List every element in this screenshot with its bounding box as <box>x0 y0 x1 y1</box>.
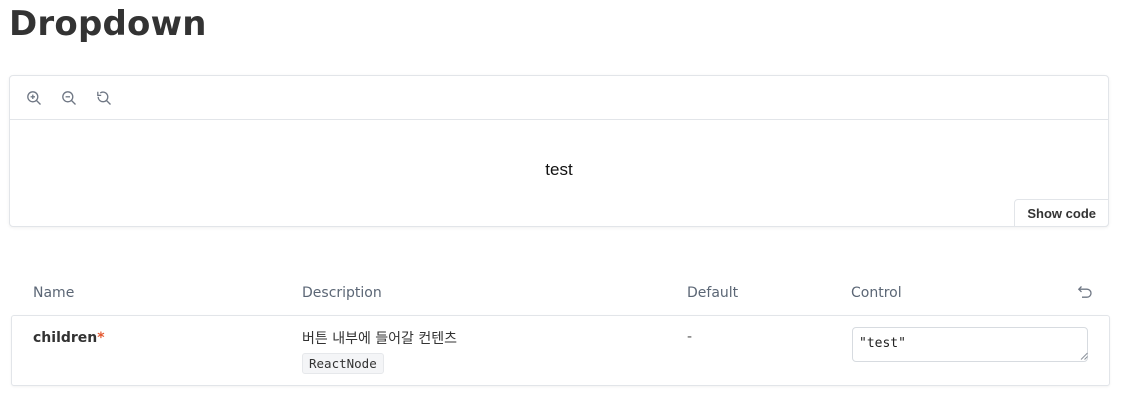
args-table-header: Name Description Default Control <box>11 276 1110 310</box>
prop-name-text: children <box>33 330 98 346</box>
zoom-out-icon <box>62 90 76 105</box>
header-description: Description <box>302 285 382 301</box>
prop-type-badge: ReactNode <box>302 353 384 374</box>
header-control: Control <box>851 285 902 301</box>
page-title: Dropdown <box>9 4 207 44</box>
children-control-input[interactable]: "test" <box>852 327 1088 362</box>
header-default: Default <box>687 285 739 301</box>
prop-name: children* <box>33 330 105 346</box>
show-code-button[interactable]: Show code <box>1014 199 1109 227</box>
story-canvas: test Show code <box>9 75 1109 227</box>
required-asterisk: * <box>97 330 105 346</box>
header-name: Name <box>33 285 75 301</box>
prop-default: - <box>687 329 693 345</box>
zoom-in-icon <box>27 90 41 105</box>
zoom-out-button[interactable] <box>58 87 80 109</box>
zoom-in-button[interactable] <box>23 87 45 109</box>
reset-zoom-icon <box>97 90 111 105</box>
reset-zoom-button[interactable] <box>93 87 115 109</box>
resize-grip-icon[interactable] <box>1080 352 1088 360</box>
prop-description: 버튼 내부에 들어갈 컨텐츠 <box>302 331 458 347</box>
story-preview: test Show code <box>10 120 1109 227</box>
canvas-toolbar <box>10 76 1108 120</box>
preview-content[interactable]: test <box>10 160 1108 180</box>
undo-icon[interactable] <box>1077 284 1093 300</box>
args-table-row: children* 버튼 내부에 들어갈 컨텐츠 ReactNode - "te… <box>11 315 1110 386</box>
